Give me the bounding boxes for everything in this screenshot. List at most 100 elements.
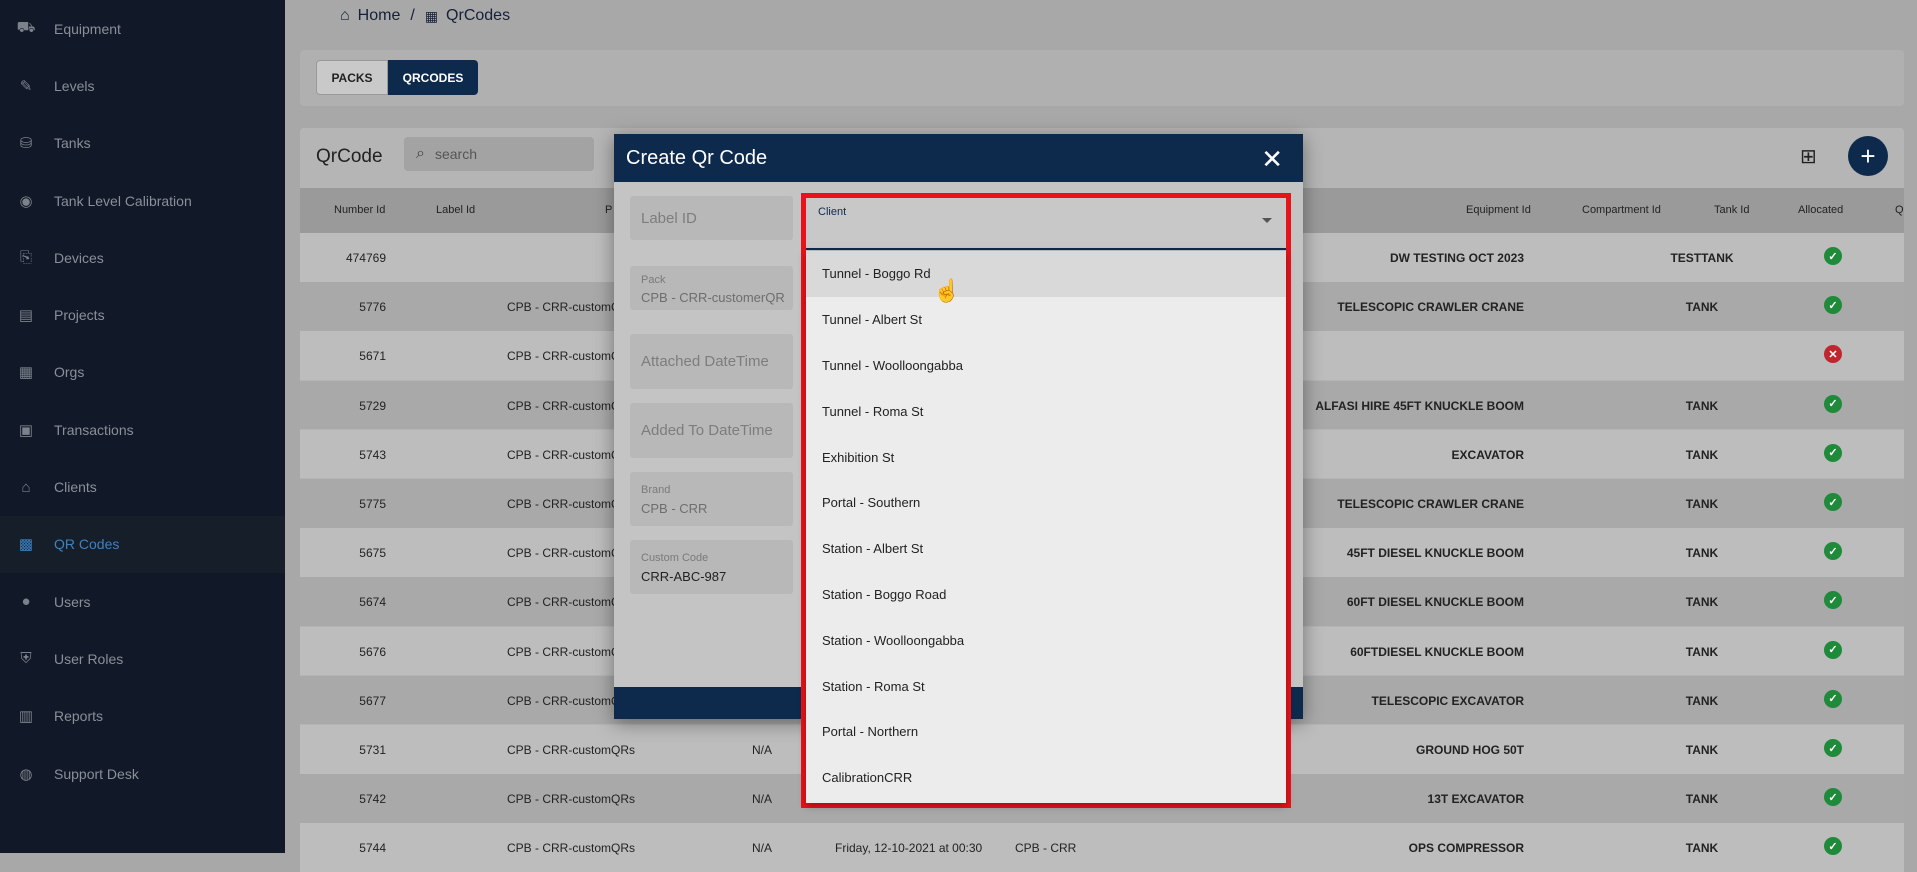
pack-label: Pack <box>641 274 666 286</box>
client-option[interactable]: Exhibition St <box>806 434 1286 480</box>
export-icon[interactable]: ⊞ <box>1800 144 1817 169</box>
client-option[interactable]: Station - Boggo Road <box>806 572 1286 618</box>
attached-datetime-placeholder: Attached DateTime <box>641 353 769 370</box>
add-qrcode-button[interactable]: + <box>1848 136 1888 176</box>
cell-compartment: TANK <box>1685 644 1719 659</box>
map-icon: ▤ <box>18 307 34 325</box>
col-pack[interactable]: P <box>605 204 612 216</box>
label-id-field[interactable]: Label ID <box>630 196 793 240</box>
sidebar-item-label: Users <box>54 593 91 610</box>
check-circle-icon: ✓ <box>1824 296 1842 315</box>
check-circle-icon: ✓ <box>1824 247 1842 265</box>
cell-pack: CPB - CRR-customQ <box>507 447 621 462</box>
sidebar-item-orgs[interactable]: ▦ Orgs <box>0 344 285 401</box>
added-datetime-field[interactable]: Added To DateTime <box>630 403 793 458</box>
sidebar-item-label: Clients <box>54 479 97 496</box>
ruler-icon: ✎ <box>19 77 33 95</box>
cell-pack: CPB - CRR-customQ <box>507 497 621 511</box>
check-circle-icon: ✓ <box>1824 443 1842 462</box>
truck-icon: ⛟ <box>16 19 36 37</box>
client-option[interactable]: Tunnel - Roma St <box>806 388 1286 434</box>
sidebar-item-label: Reports <box>54 708 104 725</box>
cell-compartment: TANK <box>1685 447 1719 462</box>
client-option[interactable]: CalibrationCRR <box>806 755 1286 801</box>
close-icon[interactable]: ✕ <box>1261 144 1283 175</box>
building-icon: ▦ <box>18 364 34 382</box>
col-equipment-id[interactable]: Equipment Id <box>1466 204 1531 216</box>
cell-pack: CPB - CRR-customQ <box>507 546 621 561</box>
pack-field[interactable]: Pack CPB - CRR-customerQR <box>630 266 793 310</box>
cell-compartment: TANK <box>1685 743 1719 757</box>
cell-compartment: TANK <box>1685 841 1719 856</box>
col-extra[interactable]: Q <box>1895 204 1904 216</box>
cell-number-id: 5677 <box>359 693 386 708</box>
client-option[interactable]: Station - Woolloongabba <box>806 617 1286 663</box>
custom-code-field[interactable]: Custom Code CRR-ABC-987 <box>630 540 793 594</box>
label-id-placeholder: Label ID <box>641 210 697 227</box>
client-option[interactable]: Portal - Northern <box>806 709 1286 755</box>
sidebar-item-label: QR Codes <box>54 536 120 553</box>
device-icon: ⎘ <box>19 249 32 267</box>
client-select[interactable]: Client <box>806 198 1286 250</box>
dialog-title: Create Qr Code <box>626 146 768 169</box>
attached-datetime-field[interactable]: Attached DateTime <box>630 334 793 389</box>
col-allocated[interactable]: Allocated <box>1798 204 1843 216</box>
sidebar-item-transactions[interactable]: ▣ Transactions <box>0 401 285 458</box>
check-circle-icon: ✓ <box>1824 542 1842 561</box>
sidebar-item-levels[interactable]: ✎ Levels <box>0 57 285 114</box>
cell-number-id: 5743 <box>359 447 386 462</box>
client-option[interactable]: Tunnel - Boggo Rd <box>806 251 1286 297</box>
sidebar-item-label: Devices <box>54 249 104 266</box>
cell-pack: CPB - CRR-customQ <box>507 300 621 315</box>
sidebar-item-tank-level-calibration[interactable]: ◉ Tank Level Calibration <box>0 172 285 229</box>
cell-number-id: 5674 <box>359 595 386 610</box>
cell-number-id: 5676 <box>359 644 386 659</box>
dropdown-arrow-icon[interactable] <box>1262 218 1272 223</box>
col-label-id[interactable]: Label Id <box>436 204 475 216</box>
cell-pack: CPB - CRR-customQRs <box>507 841 636 856</box>
sidebar-item-devices[interactable]: ⎘ Devices <box>0 229 285 286</box>
table-row[interactable]: 5744 CPB - CRR-customQRs N/A Friday, 12-10-… <box>300 823 1904 872</box>
client-dropdown-list: Tunnel - Boggo Rd Tunnel - Albert St Tunne… <box>806 251 1286 803</box>
cell-compartment: TANK <box>1685 546 1719 561</box>
sidebar-item-label: Equipment <box>54 20 121 37</box>
client-option[interactable]: Station - Roma St <box>806 663 1286 709</box>
sidebar-item-label: Transactions <box>54 421 134 438</box>
sidebar-item-qr-codes[interactable]: ▩ QR Codes <box>0 515 285 573</box>
sidebar-item-tanks[interactable]: ⛁ Tanks <box>0 115 285 172</box>
brand-field[interactable]: Brand CPB - CRR <box>630 472 793 526</box>
check-circle-icon: ✓ <box>1824 739 1842 757</box>
sidebar-item-reports[interactable]: ▥ Reports <box>0 688 285 745</box>
col-number-id[interactable]: Number Id <box>334 204 385 216</box>
sidebar-item-users[interactable]: ● Users <box>0 573 285 630</box>
cell-compartment: TANK <box>1685 300 1719 315</box>
sidebar: ⛟ Equipment ✎ Levels ⛁ Tanks ◉ Tank Level Calib… <box>0 0 285 853</box>
sidebar-item-support-desk[interactable]: ◍ Support Desk <box>0 745 285 802</box>
cell-number-id: 5671 <box>359 349 386 364</box>
cell-number-id: 5675 <box>359 546 386 561</box>
cell-equipment: OPS COMPRESSOR <box>1408 841 1524 856</box>
cell-number-id: 474769 <box>345 251 386 265</box>
search-input[interactable]: ⌕ search <box>404 137 594 171</box>
sidebar-item-clients[interactable]: ⌂ Clients <box>0 458 285 515</box>
sidebar-item-projects[interactable]: ▤ Projects <box>0 286 285 343</box>
user-icon: ● <box>21 593 31 611</box>
client-option[interactable]: Station - Albert St <box>806 526 1286 572</box>
cell-status: N/A <box>752 792 773 807</box>
col-tank-id[interactable]: Tank Id <box>1714 204 1749 216</box>
col-compartment-id[interactable]: Compartment Id <box>1582 204 1661 216</box>
cell-number-id: 5775 <box>359 497 386 511</box>
added-datetime-placeholder: Added To DateTime <box>641 422 773 439</box>
sidebar-item-equipment[interactable]: ⛟ Equipment <box>0 0 285 57</box>
breadcrumb-home[interactable]: Home <box>358 7 401 25</box>
client-label: Client <box>818 206 847 218</box>
client-option[interactable]: Tunnel - Woolloongabba <box>806 343 1286 389</box>
sidebar-item-user-roles[interactable]: ⛨ User Roles <box>0 630 285 687</box>
tab-qrcodes[interactable]: QRCODES <box>388 60 478 95</box>
client-option[interactable]: Tunnel - Albert St <box>806 297 1286 343</box>
tab-packs[interactable]: PACKS <box>316 60 388 95</box>
breadcrumb-separator: / <box>410 7 415 24</box>
home-icon[interactable]: ⌂ <box>340 7 350 25</box>
client-option[interactable]: Portal - Southern <box>806 480 1286 526</box>
sidebar-item-label: Projects <box>54 307 105 324</box>
